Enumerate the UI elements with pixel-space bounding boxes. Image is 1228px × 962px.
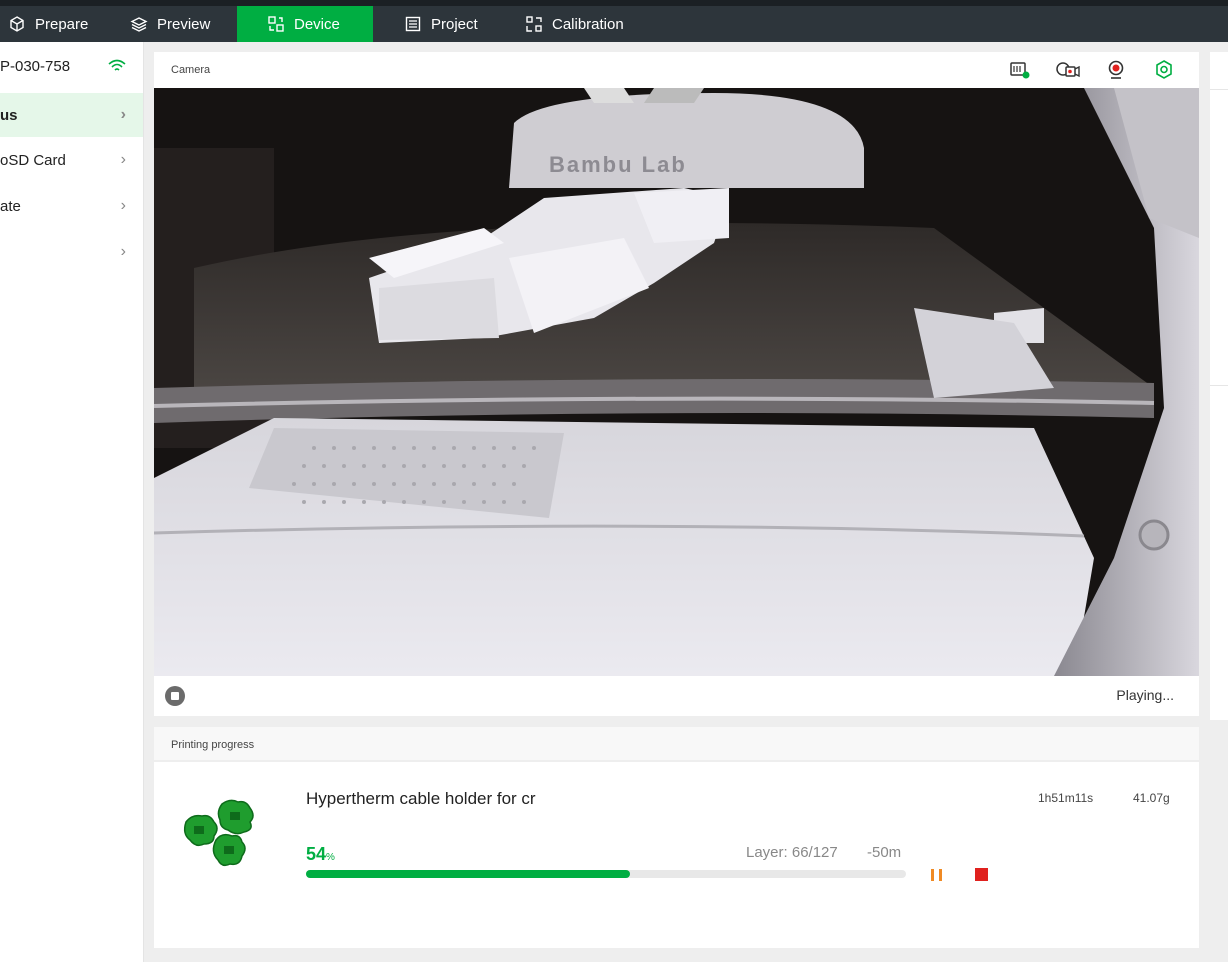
camera-image: Bambu Lab xyxy=(154,88,1199,676)
camera-toolbar xyxy=(1007,59,1177,81)
right-panel-edge xyxy=(1210,52,1228,720)
camera-title: Camera xyxy=(171,64,211,76)
project-icon xyxy=(405,16,421,32)
sidebar-item-label: us xyxy=(0,106,18,124)
tab-preview[interactable]: Preview xyxy=(116,6,224,42)
divider xyxy=(1210,89,1228,90)
progress-panel: Hypertherm cable holder for cr 1h51m11s … xyxy=(154,762,1199,948)
sidebar-item-hms[interactable]: › xyxy=(0,230,143,274)
sidebar-item-label: oSD Card xyxy=(0,151,66,169)
print-thumbnail xyxy=(183,799,254,867)
tab-label: Preview xyxy=(157,15,211,33)
tab-calibration[interactable]: Calibration xyxy=(511,6,638,42)
device-icon xyxy=(268,16,284,32)
progress-title: Printing progress xyxy=(171,739,255,751)
sidebar-item-sd-card[interactable]: oSD Card › xyxy=(0,138,143,182)
tab-device[interactable]: Device xyxy=(237,6,373,42)
webcam-icon[interactable] xyxy=(1103,59,1129,81)
layers-icon xyxy=(130,17,148,32)
sidebar-item-label: ate xyxy=(0,197,21,215)
video-status: Playing... xyxy=(1116,687,1174,703)
job-time: 1h51m11s xyxy=(1038,791,1094,805)
settings-icon[interactable] xyxy=(1151,59,1177,81)
sd-card-icon[interactable] xyxy=(1007,59,1033,81)
top-nav: Prepare Preview Device Project Calibrati… xyxy=(0,0,1228,42)
camera-feed[interactable]: Bambu Lab xyxy=(154,88,1199,676)
cube-icon xyxy=(10,16,24,32)
chevron-right-icon: › xyxy=(120,151,126,168)
sidebar-item-status[interactable]: us › xyxy=(0,93,143,137)
sidebar-item-update[interactable]: ate › xyxy=(0,184,143,228)
tab-label: Project xyxy=(431,15,478,33)
tab-label: Device xyxy=(294,15,340,33)
layer-count: Layer: 66/127 xyxy=(746,844,838,861)
progress-percent: 54% xyxy=(306,844,335,865)
chevron-right-icon: › xyxy=(120,197,126,214)
chevron-right-icon: › xyxy=(120,106,126,123)
progress-bar-fill xyxy=(306,870,630,878)
wifi-icon xyxy=(108,59,126,71)
job-weight: 41.07g xyxy=(1133,791,1170,805)
chevron-right-icon: › xyxy=(120,243,126,260)
printer-name[interactable]: P-030-758 xyxy=(0,58,70,75)
tab-label: Prepare xyxy=(35,15,89,33)
stop-print-button[interactable] xyxy=(975,868,988,881)
tab-label: Calibration xyxy=(552,15,624,33)
device-sidebar: P-030-758 us › oSD Card › ate › › xyxy=(0,42,144,962)
tab-prepare[interactable]: Prepare xyxy=(0,6,102,42)
stop-video-button[interactable] xyxy=(165,686,185,706)
percent-value: 54 xyxy=(306,844,327,864)
time-remaining: -50m xyxy=(867,844,902,861)
record-icon[interactable] xyxy=(1055,59,1081,81)
progress-bar xyxy=(306,870,906,878)
progress-header: Printing progress xyxy=(154,727,1199,760)
calibration-icon xyxy=(526,16,542,32)
pause-button[interactable] xyxy=(929,868,945,882)
camera-panel: Camera Bambu Lab Playing... xyxy=(154,52,1199,716)
svg-text:Bambu Lab: Bambu Lab xyxy=(549,152,687,177)
percent-unit: % xyxy=(326,852,335,863)
tab-project[interactable]: Project xyxy=(390,6,492,42)
job-name: Hypertherm cable holder for cr xyxy=(306,789,536,808)
divider xyxy=(1210,385,1228,386)
